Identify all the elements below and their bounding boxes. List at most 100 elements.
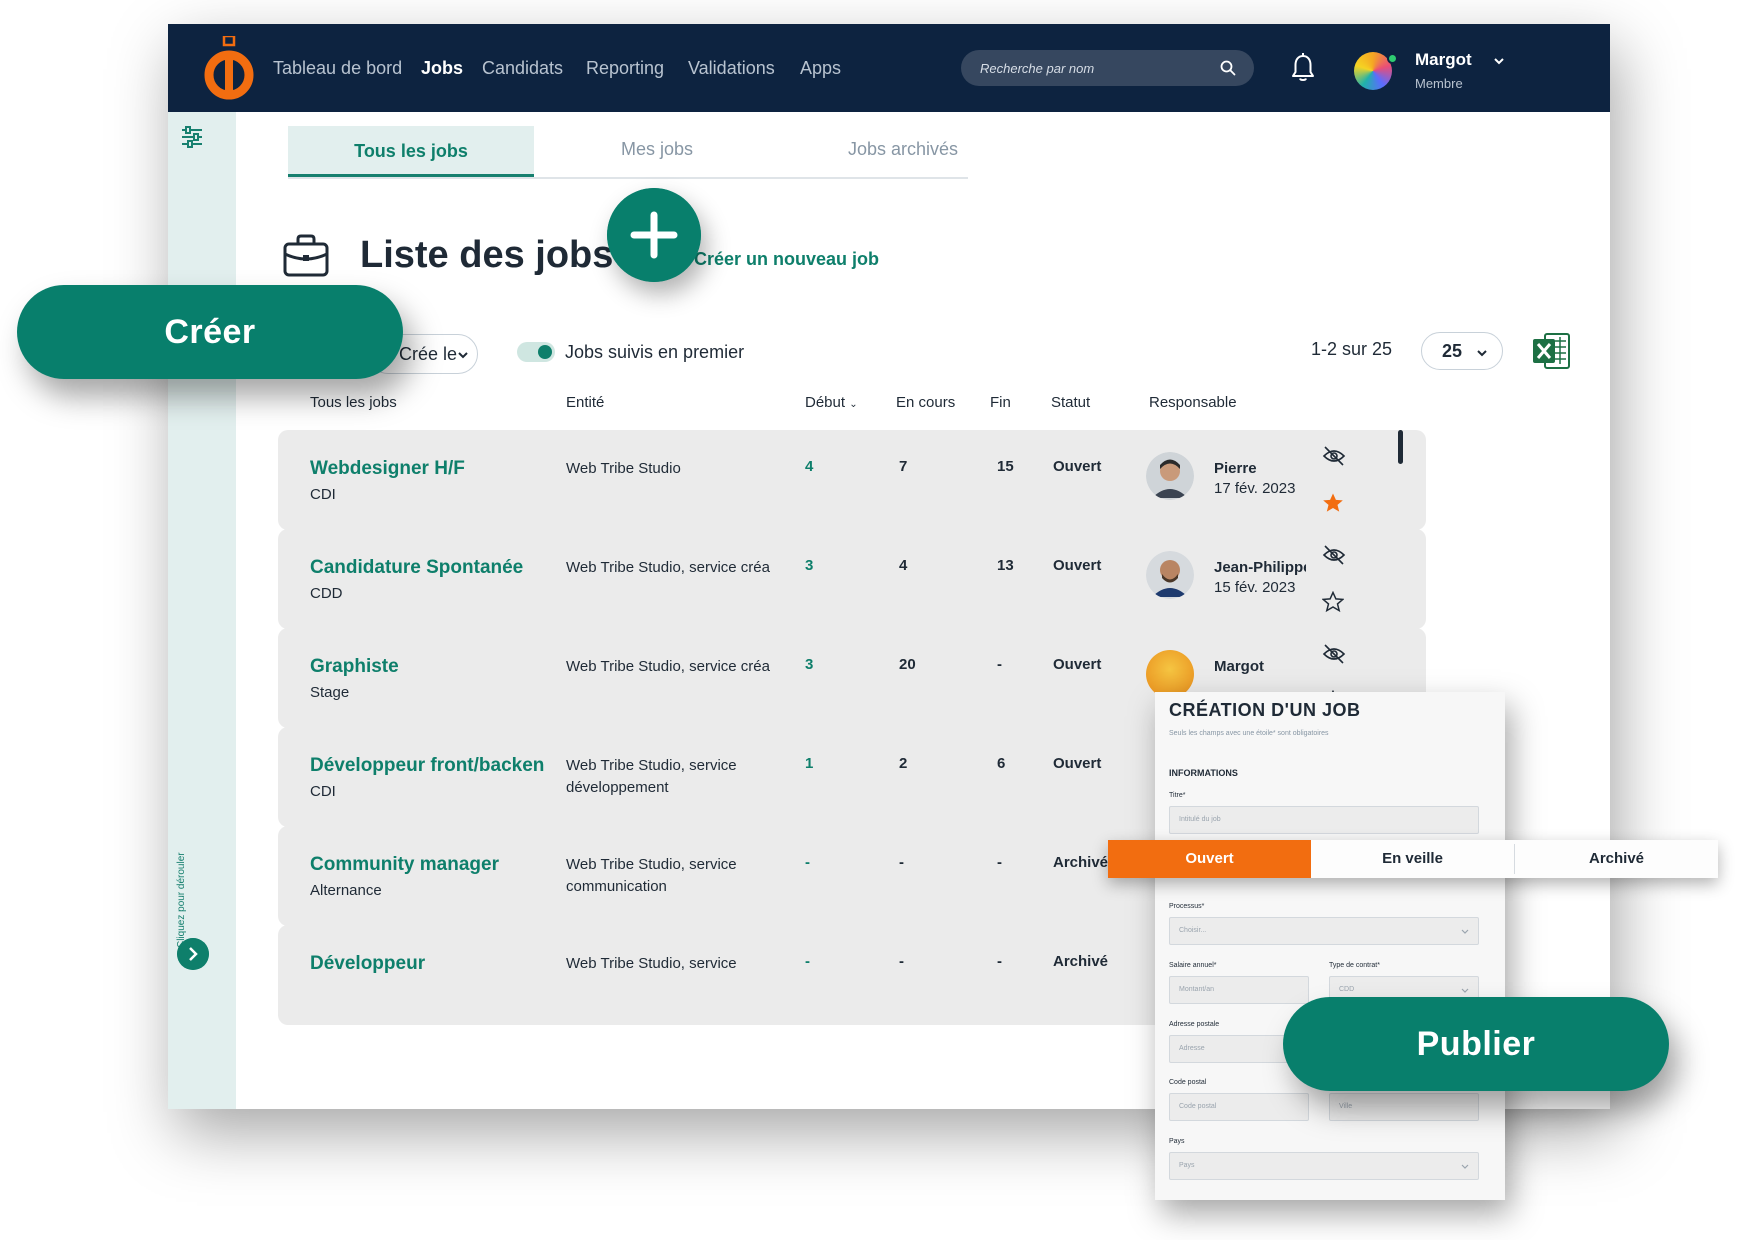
- page-title: Liste des jobs: [360, 234, 614, 276]
- nav-item-jobs[interactable]: Jobs: [421, 58, 463, 79]
- job-entity: Web Tribe Studio, service créa: [566, 658, 770, 675]
- salary-field[interactable]: Montant/an: [1169, 976, 1309, 1004]
- chevron-down-icon: [1461, 1164, 1469, 1169]
- chevron-down-icon: [1461, 988, 1469, 993]
- chevron-right-icon[interactable]: [177, 938, 209, 970]
- briefcase-icon: [283, 234, 329, 277]
- nav-item-apps[interactable]: Apps: [800, 58, 841, 79]
- country-select-placeholder: Pays: [1179, 1162, 1195, 1169]
- search-box: [961, 50, 1254, 86]
- plus-icon[interactable]: [607, 188, 701, 282]
- hide-eye-icon[interactable]: [1322, 545, 1346, 565]
- user-name[interactable]: Margot: [1415, 50, 1472, 70]
- form-subtitle: Seuls les champs avec une étoile* sont o…: [1169, 730, 1329, 737]
- nav-item-validations[interactable]: Validations: [688, 58, 775, 79]
- status-option-open[interactable]: Ouvert: [1108, 840, 1311, 878]
- job-end-count: 13: [997, 557, 1014, 574]
- column-header-entity: Entité: [566, 394, 605, 411]
- job-start-count: -: [805, 953, 810, 970]
- salary-field-placeholder: Montant/an: [1179, 986, 1215, 993]
- job-end-count: -: [997, 656, 1002, 673]
- owner-date: 15 fév. 2023: [1214, 579, 1296, 596]
- column-header-start[interactable]: Début ⌄: [805, 394, 858, 411]
- owner-date: 17 fév. 2023: [1214, 480, 1296, 497]
- process-select[interactable]: Choisir...: [1169, 917, 1479, 945]
- followed-first-toggle[interactable]: [517, 342, 555, 362]
- search-input[interactable]: [961, 50, 1211, 86]
- tab-all-jobs[interactable]: Tous les jobs: [288, 126, 534, 178]
- job-start-count[interactable]: 3: [805, 656, 813, 673]
- job-ongoing-count: 7: [899, 458, 908, 475]
- top-navigation-bar: Tableau de bord Jobs Candidats Reporting…: [168, 24, 1610, 112]
- per-page-value: 25: [1442, 341, 1463, 361]
- hide-eye-icon[interactable]: [1322, 446, 1346, 466]
- online-status-dot: [1387, 53, 1398, 64]
- tab-my-jobs[interactable]: Mes jobs: [534, 126, 780, 178]
- job-end-count: -: [997, 953, 1002, 970]
- job-title[interactable]: Graphiste: [310, 656, 399, 678]
- job-ongoing-count: 2: [899, 755, 908, 772]
- search-icon[interactable]: [1219, 59, 1237, 77]
- company-logo[interactable]: [204, 36, 254, 100]
- form-section-title: INFORMATIONS: [1169, 768, 1238, 778]
- job-creation-form: CRÉATION D'UN JOB Seuls les champs avec …: [1155, 692, 1505, 1200]
- nav-item-dashboard[interactable]: Tableau de bord: [273, 58, 402, 79]
- zip-field[interactable]: Code postal: [1169, 1093, 1309, 1121]
- per-page-select[interactable]: 25: [1421, 332, 1503, 370]
- chevron-down-icon[interactable]: [1492, 54, 1506, 68]
- status-segmented-control: Ouvert En veille Archivé: [1108, 840, 1718, 878]
- chevron-down-icon: [1477, 350, 1487, 357]
- filter-sidebar: Cliquez pour dérouler: [168, 112, 236, 1109]
- job-title[interactable]: Community manager: [310, 854, 499, 876]
- title-field-placeholder: Intitulé du job: [1179, 816, 1221, 823]
- followed-first-label: Jobs suivis en premier: [565, 342, 745, 362]
- salary-field-label: Salaire annuel*: [1169, 962, 1217, 969]
- job-entity: Web Tribe Studio, service communication: [566, 856, 737, 895]
- owner-name: Pierre: [1214, 460, 1257, 477]
- column-header-all-jobs: Tous les jobs: [310, 394, 397, 411]
- notification-bell-icon[interactable]: [1290, 52, 1316, 84]
- zip-field-placeholder: Code postal: [1179, 1103, 1217, 1110]
- title-field[interactable]: Intitulé du job: [1169, 806, 1479, 834]
- city-field[interactable]: Ville: [1329, 1093, 1479, 1121]
- row-actions: [1306, 529, 1386, 629]
- title-field-label: Titre*: [1169, 792, 1186, 799]
- star-filled-icon[interactable]: [1322, 492, 1344, 514]
- job-start-count[interactable]: 1: [805, 755, 813, 772]
- table-row[interactable]: Candidature Spontanée CDD Web Tribe Stud…: [278, 529, 1426, 629]
- nav-item-reporting[interactable]: Reporting: [586, 58, 664, 79]
- job-start-count[interactable]: 3: [805, 557, 813, 574]
- publish-callout-button[interactable]: Publier: [1283, 997, 1669, 1091]
- status-option-archived[interactable]: Archivé: [1515, 840, 1718, 878]
- job-title[interactable]: Développeur: [310, 953, 425, 975]
- hide-eye-icon[interactable]: [1322, 644, 1346, 664]
- excel-export-icon[interactable]: [1533, 332, 1571, 370]
- table-scrollbar[interactable]: [1398, 430, 1403, 464]
- create-new-job-link[interactable]: Créer un nouveau job: [694, 249, 879, 270]
- job-status: Ouvert: [1053, 656, 1102, 673]
- tab-archived-jobs[interactable]: Jobs archivés: [780, 126, 1026, 178]
- job-entity: Web Tribe Studio, service développement: [566, 757, 737, 796]
- chevron-down-icon: [1461, 929, 1469, 934]
- zip-field-label: Code postal: [1169, 1079, 1207, 1086]
- star-outline-icon[interactable]: [1322, 591, 1344, 613]
- nav-item-candidates[interactable]: Candidats: [482, 58, 563, 79]
- row-actions: [1306, 430, 1386, 530]
- job-start-count[interactable]: 4: [805, 458, 813, 475]
- job-ongoing-count: -: [899, 953, 904, 970]
- job-contract: CDI: [310, 486, 336, 503]
- table-row[interactable]: Webdesigner H/F CDI Web Tribe Studio 4 7…: [278, 430, 1426, 530]
- owner-name: Jean-Philippe: [1214, 559, 1312, 576]
- status-option-standby[interactable]: En veille: [1311, 840, 1514, 878]
- city-field-placeholder: Ville: [1339, 1103, 1353, 1110]
- country-select[interactable]: Pays: [1169, 1152, 1479, 1180]
- job-title[interactable]: Candidature Spontanée: [310, 557, 523, 579]
- create-callout-button[interactable]: Créer: [17, 285, 403, 379]
- job-status: Ouvert: [1053, 458, 1102, 475]
- filter-sliders-icon[interactable]: [180, 126, 204, 148]
- job-title[interactable]: Webdesigner H/F: [310, 458, 465, 480]
- job-title[interactable]: Développeur front/backen: [310, 755, 544, 777]
- job-contract: CDI: [310, 783, 336, 800]
- column-header-owner: Responsable: [1149, 394, 1237, 411]
- job-start-count: -: [805, 854, 810, 871]
